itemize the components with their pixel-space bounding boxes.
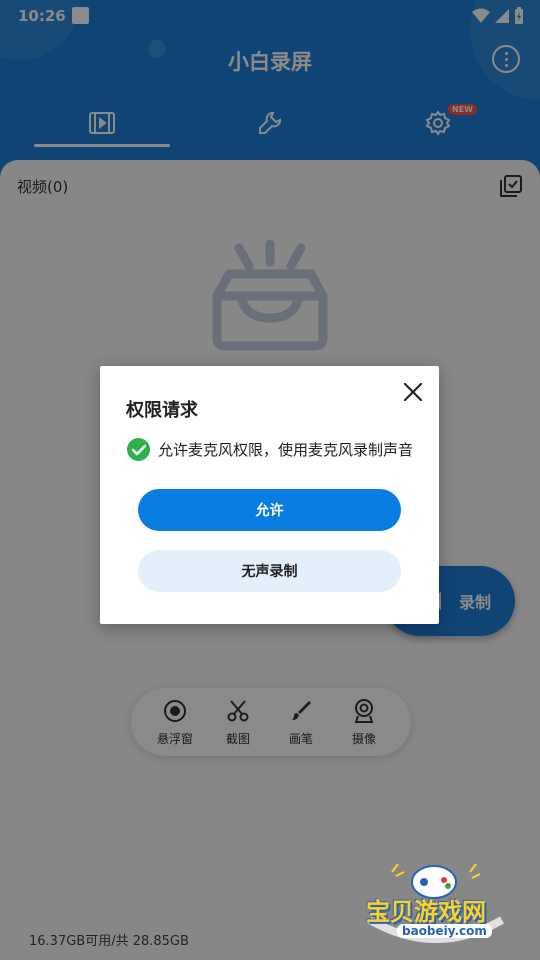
check-icon: [127, 438, 150, 461]
silent-record-button[interactable]: 无声录制: [138, 550, 401, 592]
permission-dialog: 权限请求 允许麦克风权限，使用麦克风录制声音 允许 无声录制: [100, 366, 439, 624]
permission-text: 允许麦克风权限，使用麦克风录制声音: [158, 441, 414, 459]
allow-button[interactable]: 允许: [138, 489, 401, 531]
watermark-text: 宝贝游戏网: [366, 898, 486, 926]
close-icon[interactable]: [401, 380, 425, 404]
watermark-logo: 宝贝游戏网 baobeiy.com: [362, 862, 510, 954]
watermark-url: baobeiy.com: [397, 924, 492, 938]
dialog-title: 权限请求: [126, 400, 198, 421]
permission-row: 允许麦克风权限，使用麦克风录制声音: [127, 438, 413, 461]
